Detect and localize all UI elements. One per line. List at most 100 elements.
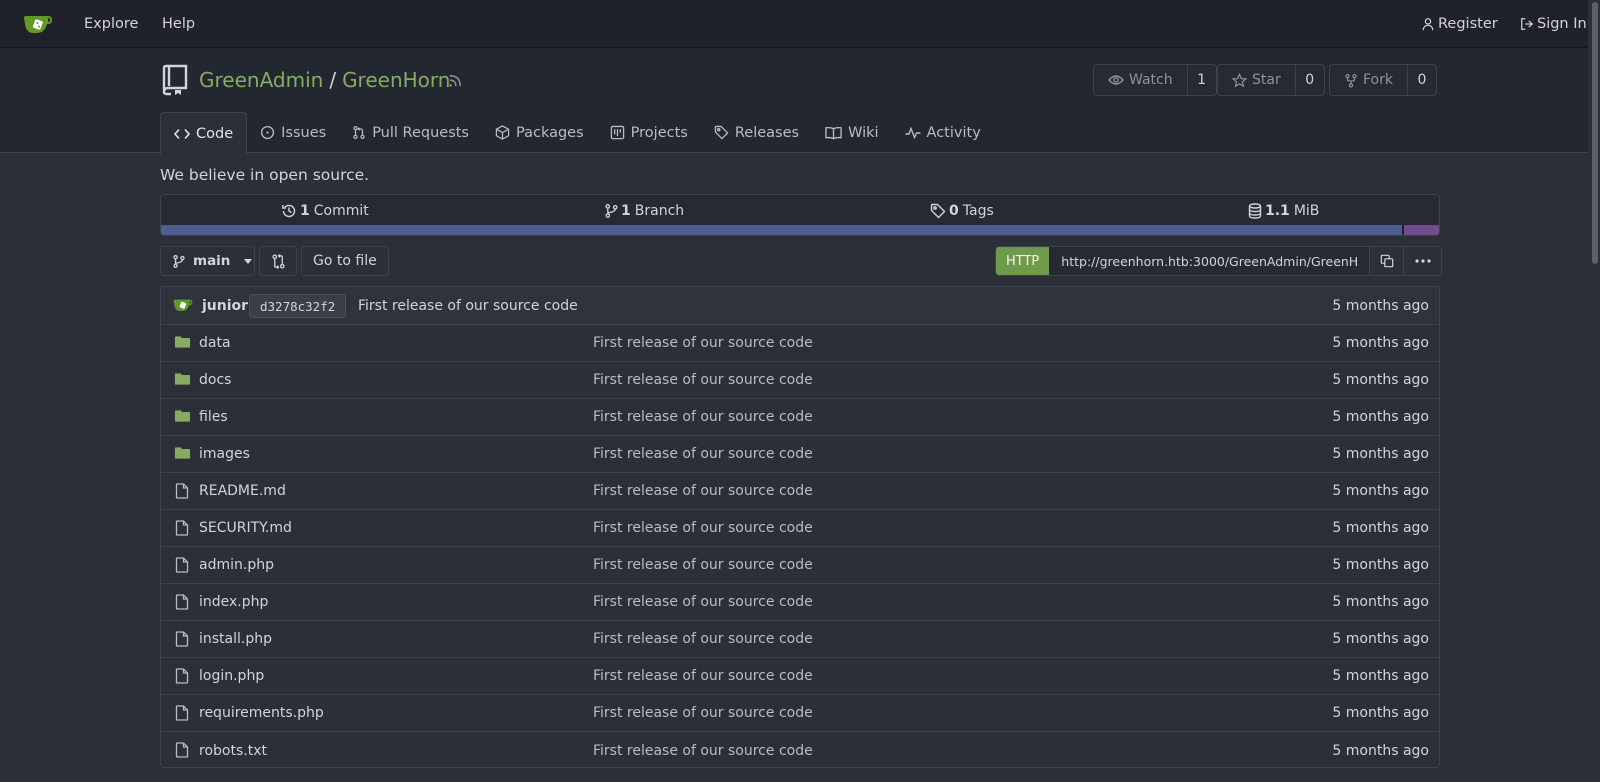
file-icon — [175, 705, 189, 721]
repo-size-value: 1.1 — [1265, 203, 1290, 219]
file-commit-message-link[interactable]: First release of our source code — [593, 594, 813, 610]
tab-code[interactable]: Code — [160, 112, 248, 154]
table-row[interactable]: admin.php First release of our source cod… — [161, 547, 1439, 584]
tags-stat[interactable]: 0 Tags — [930, 195, 994, 227]
file-name-link[interactable]: robots.txt — [199, 743, 267, 759]
file-name-link[interactable]: images — [199, 446, 250, 462]
file-commit-message-link[interactable]: First release of our source code — [593, 483, 813, 499]
file-name-link[interactable]: README.md — [199, 483, 286, 499]
rss-feed-icon[interactable] — [448, 74, 462, 88]
branch-selector[interactable]: main — [160, 246, 255, 276]
fork-button[interactable]: Fork — [1330, 65, 1407, 95]
repo-description: We believe in open source. — [160, 166, 370, 184]
file-commit-message-link[interactable]: First release of our source code — [593, 705, 813, 721]
file-name-link[interactable]: docs — [199, 372, 231, 388]
file-name-link[interactable]: SECURITY.md — [199, 520, 292, 536]
go-to-file-button[interactable]: Go to file — [301, 246, 389, 276]
commit-time: 5 months ago — [1332, 297, 1429, 314]
table-row[interactable]: docs First release of our source code 5 mo… — [161, 362, 1439, 399]
file-commit-time: 5 months ago — [1332, 668, 1429, 684]
file-name-link[interactable]: install.php — [199, 631, 272, 647]
table-row[interactable]: requirements.php First release of our sou… — [161, 695, 1439, 732]
table-row[interactable]: data First release of our source code 5 mo… — [161, 325, 1439, 362]
file-name-link[interactable]: index.php — [199, 594, 268, 610]
tab-projects[interactable]: Projects — [597, 112, 701, 153]
language-bar-segment-secondary[interactable] — [1404, 225, 1439, 235]
tab-issues[interactable]: Issues — [247, 112, 339, 153]
file-commit-message-link[interactable]: First release of our source code — [593, 668, 813, 684]
watch-button[interactable]: Watch — [1094, 65, 1187, 95]
language-bar-segment-primary[interactable] — [161, 225, 1402, 235]
more-options-button[interactable] — [1403, 247, 1442, 275]
file-commit-message-link[interactable]: First release of our source code — [593, 520, 813, 536]
pulse-icon — [905, 126, 921, 139]
tab-wiki[interactable]: Wiki — [812, 112, 891, 153]
commit-message-link[interactable]: First release of our source code — [358, 298, 578, 314]
register-label: Register — [1438, 16, 1498, 32]
table-row[interactable]: install.php First release of our source c… — [161, 621, 1439, 658]
gitea-logo-icon[interactable] — [22, 12, 54, 36]
tags-count: 0 — [949, 203, 959, 219]
watch-label: Watch — [1129, 72, 1173, 88]
file-commit-message-link[interactable]: First release of our source code — [593, 409, 813, 425]
tag-icon — [714, 125, 729, 140]
nav-sign-in[interactable]: Sign In — [1520, 0, 1587, 48]
commits-label: Commit — [313, 203, 369, 219]
table-row[interactable]: robots.txt First release of our source co… — [161, 732, 1439, 767]
commit-author-link[interactable]: junior — [202, 298, 248, 314]
table-row[interactable]: images First release of our source code 5 … — [161, 436, 1439, 473]
commit-sha-label[interactable]: d3278c32f2 — [249, 294, 347, 318]
avatar[interactable] — [171, 297, 195, 313]
file-name-link[interactable]: login.php — [199, 668, 264, 684]
table-row[interactable]: login.php First release of our source cod… — [161, 658, 1439, 695]
file-commit-message-link[interactable]: First release of our source code — [593, 557, 813, 573]
star-button[interactable]: Star — [1218, 65, 1295, 95]
table-row[interactable]: index.php First release of our source cod… — [161, 584, 1439, 621]
file-commit-time: 5 months ago — [1332, 335, 1429, 351]
fork-count[interactable]: 0 — [1406, 65, 1436, 95]
file-name-link[interactable]: data — [199, 335, 231, 351]
nav-help[interactable]: Help — [162, 0, 195, 48]
language-bar[interactable] — [161, 225, 1439, 235]
file-commit-message-link[interactable]: First release of our source code — [593, 743, 813, 759]
file-commit-message-link[interactable]: First release of our source code — [593, 446, 813, 462]
repo-owner-link[interactable]: GreenAdmin — [199, 68, 323, 92]
nav-register[interactable]: Register — [1421, 0, 1498, 48]
page-scrollbar[interactable] — [1588, 0, 1600, 782]
tab-code-label: Code — [196, 125, 234, 142]
folder-icon — [174, 372, 191, 386]
tab-releases[interactable]: Releases — [701, 112, 812, 153]
file-commit-message-link[interactable]: First release of our source code — [593, 372, 813, 388]
table-row[interactable]: SECURITY.md First release of our source c… — [161, 510, 1439, 547]
compare-button[interactable] — [259, 246, 297, 276]
repo-name-link[interactable]: GreenHorn — [342, 68, 450, 92]
repo-title-separator: / — [329, 68, 337, 92]
star-count[interactable]: 0 — [1294, 65, 1324, 95]
folder-icon — [174, 446, 191, 460]
table-row[interactable]: README.md First release of our source cod… — [161, 473, 1439, 510]
copy-url-button[interactable] — [1369, 247, 1404, 275]
watch-count[interactable]: 1 — [1186, 65, 1216, 95]
file-commit-message-link[interactable]: First release of our source code — [593, 631, 813, 647]
tab-packages[interactable]: Packages — [482, 112, 597, 153]
file-name-link[interactable]: files — [199, 409, 228, 425]
clone-url-input[interactable] — [1049, 247, 1370, 275]
clone-protocol-http-button[interactable]: HTTP — [996, 247, 1050, 275]
file-name-link[interactable]: admin.php — [199, 557, 274, 573]
tab-pull-requests[interactable]: Pull Requests — [339, 112, 482, 153]
nav-explore[interactable]: Explore — [84, 0, 138, 48]
commits-stat[interactable]: 1 Commit — [281, 195, 369, 227]
file-commit-message-link[interactable]: First release of our source code — [593, 335, 813, 351]
file-commit-time: 5 months ago — [1332, 594, 1429, 610]
issue-icon — [260, 125, 275, 140]
compare-icon — [271, 253, 286, 269]
copy-icon — [1380, 254, 1394, 268]
file-name-link[interactable]: requirements.php — [199, 705, 324, 721]
tab-activity[interactable]: Activity — [892, 112, 994, 153]
branch-selector-icon — [173, 254, 185, 269]
scrollbar-thumb[interactable] — [1592, 2, 1598, 264]
file-icon — [175, 742, 189, 758]
branches-stat[interactable]: 1 Branch — [605, 195, 684, 227]
file-commit-time: 5 months ago — [1332, 372, 1429, 388]
table-row[interactable]: files First release of our source code 5 m… — [161, 399, 1439, 436]
